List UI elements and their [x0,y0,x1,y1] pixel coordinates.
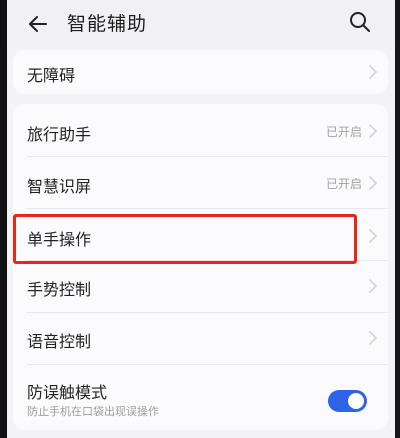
back-arrow-icon[interactable] [26,12,50,36]
chevron-right-icon [369,176,377,190]
chevron-right-icon [369,124,377,138]
mistouch-mode-label: 防误触模式 [27,383,108,402]
toggle-knob [348,393,364,409]
gesture-control-item[interactable]: 手势控制 [13,260,388,312]
travel-assistant-status: 已开启 [325,125,362,139]
chevron-right-icon [369,279,377,293]
top-app-bar: 智能辅助 [0,0,400,48]
travel-assistant-label: 旅行助手 [27,125,92,144]
smart-screen-recognition-label: 智慧识屏 [27,177,92,196]
voice-control-item[interactable]: 语音控制 [13,312,388,364]
search-icon[interactable] [348,10,372,34]
chevron-right-icon [369,65,377,79]
page-title: 智能辅助 [67,13,148,35]
smart-screen-recognition-status: 已开启 [325,177,362,191]
chevron-right-icon [369,331,377,345]
mistouch-mode-item[interactable]: 防误触模式 防止手机在口袋出现误操作 [13,364,388,430]
smart-assist-card: 旅行助手 已开启 智慧识屏 已开启 单手操作 手势控制 语音控制 防误触模式 防… [13,104,388,430]
mistouch-mode-toggle[interactable] [328,390,367,412]
one-hand-operation-item[interactable]: 单手操作 [13,208,388,260]
smart-screen-recognition-item[interactable]: 智慧识屏 已开启 [13,156,388,208]
travel-assistant-item[interactable]: 旅行助手 已开启 [13,104,388,156]
accessibility-card: 无障碍 [13,50,388,94]
accessibility-item[interactable]: 无障碍 [13,50,388,94]
one-hand-operation-label: 单手操作 [27,230,92,249]
voice-control-label: 语音控制 [27,332,92,351]
mistouch-mode-description: 防止手机在口袋出现误操作 [27,405,159,418]
accessibility-label: 无障碍 [27,66,76,85]
smart-assist-screen: 智能辅助 无障碍 旅行助手 已开启 智慧识屏 已开启 单手操作 手势控制 语音控… [0,0,400,438]
chevron-right-icon [369,229,377,243]
gesture-control-label: 手势控制 [27,280,92,299]
